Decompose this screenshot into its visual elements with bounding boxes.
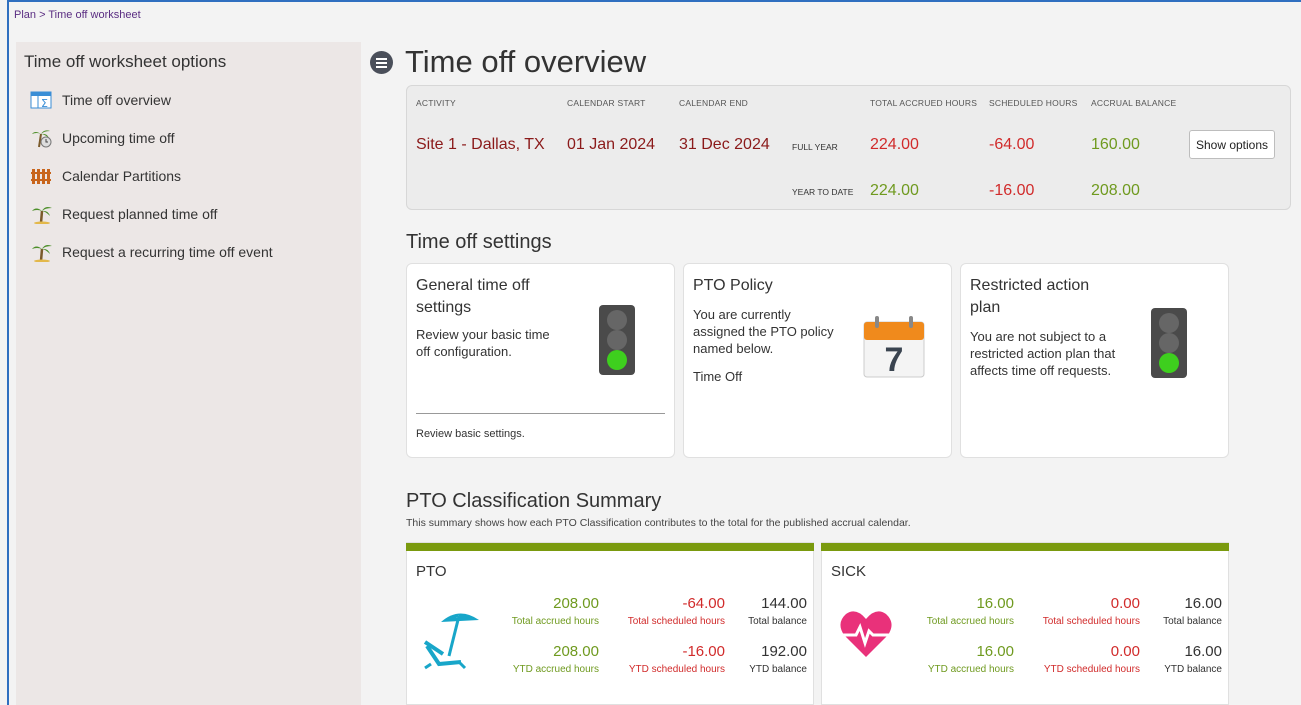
classification-subtitle: This summary shows how each PTO Classifi… (406, 517, 911, 529)
traffic-light-icon (599, 305, 635, 375)
total-balance-label: Total balance (748, 616, 807, 627)
general-settings-card[interactable]: General time off settings Review your ba… (406, 263, 675, 458)
full-year-balance: 160.00 (1091, 136, 1140, 153)
page-title: Time off overview (405, 44, 647, 79)
card-description: Review your basic time off configuration… (416, 327, 550, 359)
ytd-balance-label: YTD balance (1164, 664, 1222, 675)
sidebar-item-time-off-overview[interactable]: Σ Time off overview (30, 88, 171, 112)
card-title: Restricted action plan (970, 277, 1090, 316)
sidebar-item-label: Upcoming time off (62, 130, 175, 146)
header-calendar-end: CALENDAR END (679, 98, 748, 108)
calendar-start-value: 01 Jan 2024 (567, 136, 656, 153)
classification-card-sick: SICK 16.00 Total accrued hours 0.00 Tota… (821, 542, 1229, 705)
activity-name: Site 1 - Dallas, TX (416, 136, 545, 153)
classification-name: SICK (831, 563, 867, 580)
total-accrued-label: Total accrued hours (511, 616, 599, 627)
total-balance-label: Total balance (1163, 616, 1222, 627)
calendar-end-value: 31 Dec 2024 (679, 136, 770, 153)
ytd-balance-value: 16.00 (1184, 643, 1222, 660)
total-balance-value: 144.00 (761, 595, 807, 612)
sidebar-item-label: Calendar Partitions (62, 168, 182, 184)
svg-text:7: 7 (885, 341, 904, 378)
sidebar-item-label: Request planned time off (62, 206, 218, 222)
sidebar-item-label: Time off overview (62, 92, 171, 108)
total-accrued-label: Total accrued hours (926, 616, 1014, 627)
sidebar-item-request-recurring-time-off[interactable]: Request a recurring time off event (30, 240, 273, 264)
period-full-year: FULL YEAR (792, 142, 838, 152)
full-year-scheduled: -64.00 (989, 136, 1035, 153)
palm-tree-icon (30, 204, 54, 225)
ytd-balance: 208.00 (1091, 182, 1140, 199)
sidebar-item-upcoming-time-off[interactable]: Upcoming time off (30, 126, 175, 150)
ytd-accrued-value: 16.00 (976, 643, 1014, 660)
classification-card-pto: PTO 208.00 Total accrued hours -64.00 To… (406, 542, 814, 705)
palm-clock-icon (30, 128, 54, 148)
settings-section-title: Time off settings (406, 231, 552, 253)
total-accrued-value: 16.00 (976, 595, 1014, 612)
heart-pulse-icon (838, 605, 894, 661)
sidebar-item-label: Request a recurring time off event (62, 244, 273, 260)
header-accrual-balance: ACCRUAL BALANCE (1091, 98, 1177, 108)
ytd-balance-label: YTD balance (749, 664, 807, 675)
total-balance-value: 16.00 (1184, 595, 1222, 612)
calendar-icon: 7 (863, 314, 925, 379)
breadcrumb[interactable]: Plan > Time off worksheet (14, 9, 141, 21)
period-year-to-date: YEAR TO DATE (792, 187, 854, 197)
accent-bar (406, 543, 814, 551)
menu-toggle-icon[interactable] (370, 50, 393, 74)
policy-name: Time Off (693, 369, 743, 384)
classification-name: PTO (416, 563, 447, 580)
sidebar-item-calendar-partitions[interactable]: Calendar Partitions (30, 164, 181, 188)
header-scheduled: SCHEDULED HOURS (989, 98, 1078, 108)
review-settings-link[interactable]: Review basic settings. (416, 428, 525, 440)
svg-text:Σ: Σ (41, 97, 48, 110)
fence-icon (30, 166, 54, 186)
sidebar: Time off worksheet options Σ Time off ov… (16, 42, 361, 705)
traffic-light-icon (1151, 308, 1187, 378)
pto-policy-card[interactable]: PTO Policy You are currently assigned th… (683, 263, 952, 458)
restricted-action-plan-card[interactable]: Restricted action plan You are not subje… (960, 263, 1229, 458)
ytd-accrued: 224.00 (870, 182, 919, 199)
ytd-balance-value: 192.00 (761, 643, 807, 660)
ytd-scheduled: -16.00 (989, 182, 1035, 199)
show-options-button[interactable]: Show options (1189, 130, 1275, 159)
overview-summary: ACTIVITY CALENDAR START CALENDAR END TOT… (406, 85, 1291, 210)
ytd-accrued-label: YTD accrued hours (512, 664, 599, 675)
ytd-accrued-label: YTD accrued hours (927, 664, 1014, 675)
overview-table-icon: Σ (30, 90, 54, 110)
sidebar-title: Time off worksheet options (24, 52, 227, 71)
card-description: You are not subject to a restricted acti… (970, 329, 1116, 378)
palm-tree-icon (30, 242, 54, 263)
header-total-accrued: TOTAL ACCRUED HOURS (870, 98, 978, 108)
page-header: Time off overview (370, 44, 646, 80)
header-calendar-start: CALENDAR START (567, 98, 646, 108)
total-accrued-value: 208.00 (553, 595, 599, 612)
accent-bar (821, 543, 1229, 551)
header-activity: ACTIVITY (416, 98, 456, 108)
card-description: You are currently assigned the PTO polic… (693, 307, 834, 356)
ytd-accrued-value: 208.00 (553, 643, 599, 660)
full-year-accrued: 224.00 (870, 136, 919, 153)
card-title: General time off settings (416, 277, 530, 316)
card-title: PTO Policy (693, 277, 773, 294)
classification-section-title: PTO Classification Summary (406, 490, 662, 512)
sidebar-item-request-planned-time-off[interactable]: Request planned time off (30, 202, 217, 226)
